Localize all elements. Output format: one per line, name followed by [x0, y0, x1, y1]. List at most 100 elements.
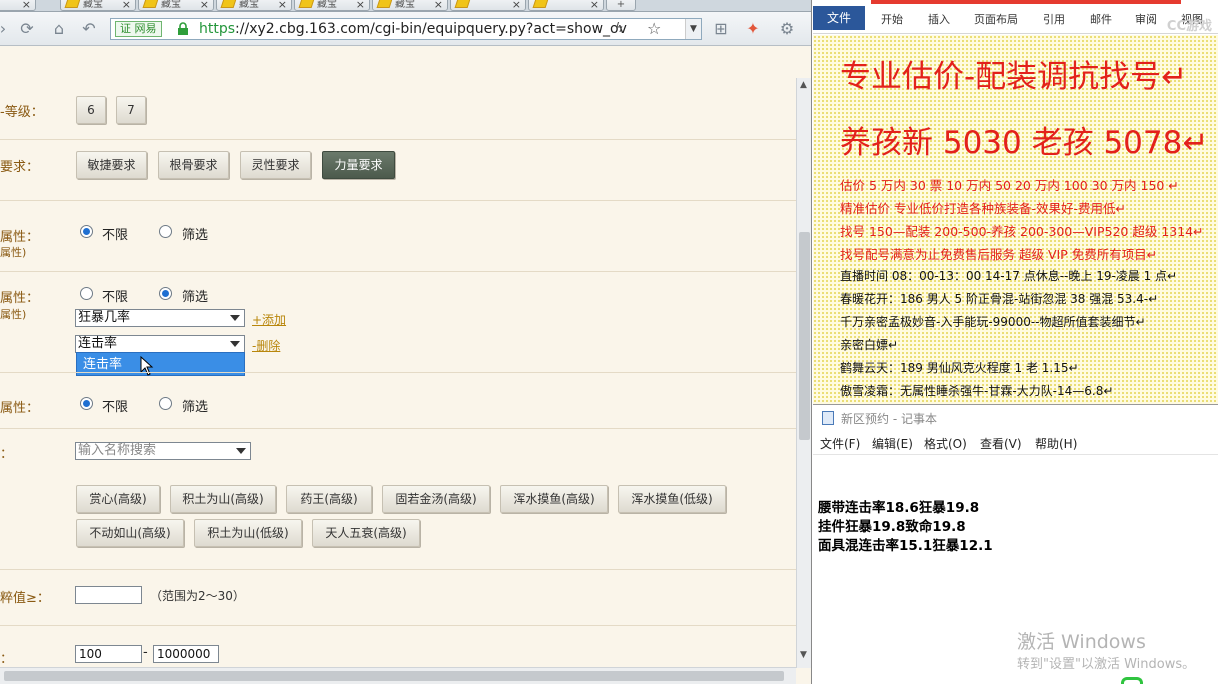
scroll-thumb[interactable] — [4, 671, 784, 681]
agility-req-button[interactable]: 敏捷要求 — [76, 151, 147, 179]
browser-tab-6[interactable]: × — [450, 0, 526, 11]
browser-tab-5[interactable]: 藏宝 × — [372, 0, 448, 11]
skill-button[interactable]: 积土为山(低级) — [194, 519, 302, 547]
attr3-nolimit-radio[interactable] — [80, 397, 93, 410]
price-min-input[interactable]: 100 — [75, 645, 142, 663]
browser-tab-3[interactable]: 藏宝 × — [216, 0, 292, 11]
attr1-nolimit-label: 不限 — [102, 228, 129, 243]
chevron-down-icon[interactable]: ▼ — [685, 19, 701, 39]
skill-button[interactable]: 浑水摸鱼(高级) — [500, 485, 608, 513]
star-icon[interactable]: ☆ — [647, 19, 661, 38]
menu-format[interactable]: 格式(O) — [924, 435, 967, 452]
attr1-sublabel: 属性) — [0, 246, 27, 259]
skill-search-input[interactable]: 输入名称搜索 — [75, 442, 251, 460]
undo-icon[interactable]: ↶ — [80, 20, 98, 38]
constitution-req-button[interactable]: 根骨要求 — [158, 151, 229, 179]
notepad-title: 新区预约 - 记事本 — [841, 412, 937, 426]
attr1-filter-radio[interactable] — [159, 225, 172, 238]
notepad-text-area[interactable]: 腰带连击率18.6狂暴19.8 挂件狂暴19.8致命19.8 面具混连击率15.… — [813, 456, 1218, 684]
attr2-label: 属性： — [0, 291, 40, 306]
menu-help[interactable]: 帮助(H) — [1035, 435, 1077, 452]
address-bar[interactable]: 证 网易 https://xy2.cbg.163.com/cgi-bin/equ… — [110, 18, 702, 40]
attr2-filter-radio[interactable] — [159, 287, 172, 300]
attr2-nolimit-label: 不限 — [102, 290, 129, 305]
level-7-button[interactable]: 7 — [116, 96, 146, 124]
requirement-label: 要求： — [0, 160, 40, 175]
close-icon[interactable]: × — [200, 0, 209, 10]
search-form: -等级： 6 7 要求： 敏捷要求 根骨要求 灵性要求 力量要求 属性： 属性)… — [0, 47, 796, 667]
price-label: ： — [0, 652, 14, 667]
word-tab-mailings[interactable]: 邮件 — [1090, 11, 1112, 27]
home-icon[interactable]: ⌂ — [50, 20, 68, 38]
close-icon[interactable]: × — [122, 0, 131, 10]
word-tab-insert[interactable]: 插入 — [928, 11, 950, 27]
scroll-down-icon[interactable]: ▼ — [800, 650, 807, 660]
browser-tab-7[interactable]: × — [528, 0, 604, 11]
word-file-tab[interactable]: 文件 — [813, 6, 865, 30]
word-document[interactable]: 专业估价-配装调抗找号↵ 养孩新 5030 老孩 5078↵ 估价 5 万内 3… — [813, 35, 1218, 404]
word-tab-home[interactable]: 开始 — [881, 11, 903, 27]
word-tab-references[interactable]: 引用 — [1043, 11, 1065, 27]
attr2-nolimit-radio[interactable] — [80, 287, 93, 300]
spirit-req-button[interactable]: 灵性要求 — [240, 151, 311, 179]
purity-label: 粹值≥： — [0, 591, 50, 606]
word-tab-layout[interactable]: 页面布局 — [974, 11, 1018, 27]
browser-tab-0[interactable]: × — [0, 0, 36, 11]
price-max-input[interactable]: 1000000 — [153, 645, 219, 663]
attr3-filter-radio[interactable] — [159, 397, 172, 410]
doc-line: 估价 5 万内 30 票 10 万内 50 20 万内 100 30 万内 15… — [840, 178, 1179, 193]
gamepad-icon[interactable]: ✦ — [744, 20, 762, 38]
attr2-select-2[interactable]: 连击率 — [75, 335, 245, 353]
grid-icon[interactable]: ⊞ — [712, 20, 730, 38]
notepad-titlebar[interactable]: 新区预约 - 记事本 — [813, 405, 1218, 431]
level-6-button[interactable]: 6 — [76, 96, 106, 124]
add-attr-link[interactable]: +添加 — [252, 311, 286, 328]
word-window: 文件 开始 插入 页面布局 引用 邮件 审阅 视图 CC游戏 专业估价-配装调抗… — [813, 0, 1218, 404]
skill-button[interactable]: 药王(高级) — [286, 485, 372, 513]
skill-button[interactable]: 不动如山(高级) — [76, 519, 184, 547]
word-tab-review[interactable]: 审阅 — [1135, 11, 1157, 27]
lock-icon — [178, 22, 188, 35]
watermark-logo: CC游戏 — [1166, 19, 1212, 34]
refresh-icon[interactable]: ⟳ — [18, 20, 36, 38]
close-icon[interactable]: × — [278, 0, 287, 10]
browser-tab-4[interactable]: 藏宝 × — [294, 0, 370, 11]
tab-strip: × 藏宝 × 藏宝 × 藏宝 × 藏宝 × 藏宝 × × × + — [0, 0, 811, 12]
doc-line: 春暖花开：186 男人 5 阶正骨混-站街忽混 38 强混 53.4-↵ — [840, 292, 1159, 306]
chevron-down-icon — [230, 315, 240, 321]
skill-button[interactable]: 天人五衰(高级) — [312, 519, 420, 547]
skill-button[interactable]: 浑水摸鱼(低级) — [618, 485, 726, 513]
close-icon[interactable]: × — [590, 0, 599, 10]
notepad-menubar: 文件(F) 编辑(E) 格式(O) 查看(V) 帮助(H) — [813, 431, 1218, 455]
menu-edit[interactable]: 编辑(E) — [872, 435, 913, 452]
attr1-nolimit-radio[interactable] — [80, 225, 93, 238]
forward-icon[interactable]: › — [0, 20, 12, 38]
close-icon[interactable]: × — [22, 0, 31, 10]
strength-req-button[interactable]: 力量要求 — [322, 151, 395, 179]
close-icon[interactable]: × — [356, 0, 365, 10]
lightning-icon[interactable]: ϟ — [615, 21, 624, 36]
vertical-scrollbar[interactable]: ▲ ▼ — [796, 78, 811, 668]
menu-view[interactable]: 查看(V) — [980, 435, 1022, 452]
doc-line: 找号配号满意为止免费售后服务 超级 VIP 免费所有项目↵ — [840, 247, 1158, 262]
divider — [0, 569, 796, 570]
browser-tab-1[interactable]: 藏宝 × — [60, 0, 136, 11]
skill-button[interactable]: 固若金汤(高级) — [382, 485, 490, 513]
doc-line: 鹤舞云天：189 男仙风克火程度 1 老 1.15↵ — [840, 361, 1079, 375]
attr2-filter-label: 筛选 — [182, 290, 209, 305]
purity-input[interactable] — [75, 586, 142, 604]
horizontal-scrollbar[interactable] — [0, 667, 796, 684]
remove-attr-link[interactable]: -删除 — [252, 337, 280, 354]
scroll-thumb[interactable] — [799, 232, 810, 440]
page-icon — [64, 0, 81, 8]
new-tab-button[interactable]: + — [606, 0, 636, 11]
skill-button[interactable]: 积土为山(高级) — [170, 485, 276, 513]
menu-file[interactable]: 文件(F) — [820, 435, 860, 452]
wrench-icon[interactable]: ⚙ — [778, 20, 796, 38]
attr2-select-1[interactable]: 狂暴几率 — [75, 309, 245, 327]
browser-tab-2[interactable]: 藏宝 × — [138, 0, 214, 11]
skill-button[interactable]: 赏心(高级) — [76, 485, 160, 513]
close-icon[interactable]: × — [512, 0, 521, 10]
scroll-up-icon[interactable]: ▲ — [800, 80, 807, 90]
close-icon[interactable]: × — [434, 0, 443, 10]
